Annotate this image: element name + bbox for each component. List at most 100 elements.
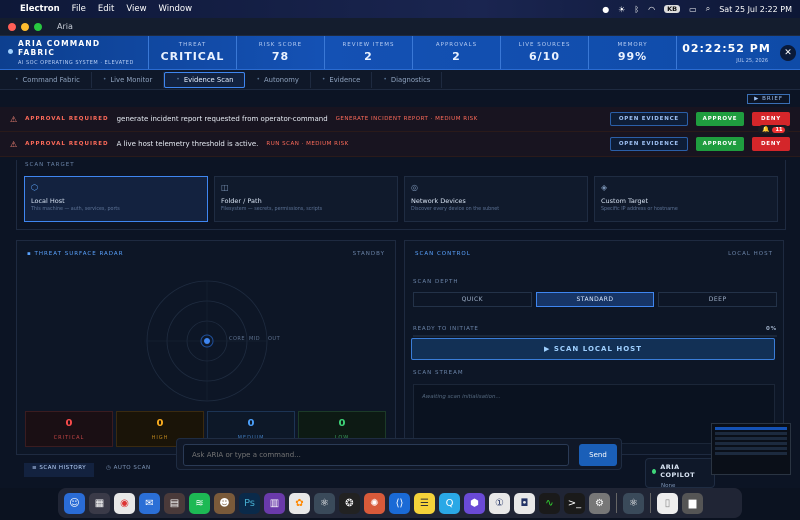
wifi-icon[interactable]: ◠ — [648, 5, 655, 14]
tab-label: Diagnostics — [390, 75, 431, 84]
header-close: ✕ — [776, 36, 800, 69]
app-icon[interactable]: ✺ — [364, 492, 385, 514]
tab-evidence-scan[interactable]: • Evidence Scan — [164, 71, 246, 88]
brand-block: ARIA COMMAND FABRIC AI SOC OPERATING SYS… — [0, 36, 148, 69]
open-evidence-button[interactable]: OPEN EVIDENCE — [609, 112, 688, 126]
app-icon[interactable]: ▥ — [264, 492, 285, 514]
screenshot-thumbnail[interactable] — [711, 423, 791, 475]
system-settings-icon[interactable]: ⚙ — [589, 492, 610, 514]
depth-standard[interactable]: STANDARD — [535, 292, 655, 307]
app-icon[interactable]: ◘ — [514, 492, 535, 514]
scan-local-host-button[interactable]: ▶ SCAN LOCAL HOST — [411, 338, 775, 360]
stat-label: MEMORY — [617, 42, 648, 48]
record-icon[interactable]: ● — [602, 5, 609, 14]
open-evidence-button[interactable]: OPEN EVIDENCE — [609, 137, 688, 151]
approval-banner: ⚠ APPROVAL REQUIRED generate incident re… — [0, 107, 800, 132]
battery-icon[interactable]: ▭ — [689, 5, 697, 14]
keyboard-badge[interactable]: KB — [664, 5, 681, 13]
close-icon[interactable]: ✕ — [780, 44, 796, 61]
terminal-icon[interactable]: >_ — [564, 492, 585, 514]
card-title: Folder / Path — [221, 197, 262, 205]
brief-button[interactable]: ▶ BRIEF — [747, 93, 790, 104]
menu-view[interactable]: View — [126, 4, 146, 14]
clock-date: JUL 25, 2026 — [736, 57, 768, 64]
ask-input[interactable] — [183, 444, 569, 466]
ask-bar: Send — [176, 438, 622, 470]
tab-scan-history[interactable]: ≡ SCAN HISTORY — [24, 463, 95, 477]
launchpad-icon[interactable]: ▦ — [89, 492, 110, 514]
datetime[interactable]: Sat 25 Jul 2:22 PM — [719, 5, 792, 14]
app-icon[interactable]: ⬢ — [464, 492, 485, 514]
1password-icon[interactable]: ① — [489, 492, 510, 514]
approval-tag: RUN SCAN · MEDIUM RISK — [266, 141, 349, 147]
tab-live-monitor[interactable]: • Live Monitor — [92, 71, 165, 88]
window-title: Aria — [57, 22, 73, 31]
app-icon[interactable]: ☻ — [214, 492, 235, 514]
bluetooth-icon[interactable]: ᛒ — [634, 5, 639, 14]
photos-icon[interactable]: ✿ — [289, 492, 310, 514]
stat-label: APPROVALS — [435, 42, 478, 48]
minimize-window-button[interactable] — [21, 22, 29, 31]
menu-file[interactable]: File — [72, 4, 86, 14]
target-card-local-host[interactable]: ⬡ Local Host This machine — auth, servic… — [24, 176, 208, 222]
photoshop-icon[interactable]: Ps — [239, 492, 260, 514]
tab-auto-scan[interactable]: ◷ AUTO SCAN — [98, 463, 159, 477]
card-desc: Specific IP address or hostname — [601, 207, 678, 212]
stat-label: THREAT — [178, 42, 207, 48]
spotify-icon[interactable]: ≋ — [189, 492, 210, 514]
network-icon: ◎ — [411, 183, 418, 192]
menubar-app-name[interactable]: Electron — [20, 4, 60, 14]
progress-bar — [413, 335, 777, 337]
panel-title: SCAN CONTROL — [415, 251, 471, 257]
mail-icon[interactable]: ✉ — [139, 492, 160, 514]
threat-radar-panel: ▪ THREAT SURFACE RADAR STANDBY CORE MID O… — [16, 240, 396, 455]
openai-icon[interactable]: ❂ — [339, 492, 360, 514]
deny-button[interactable]: DENY — [752, 137, 790, 151]
target-card-folder[interactable]: ◫ Folder / Path Filesystem — secrets, pe… — [214, 176, 398, 222]
app-icon[interactable]: ▤ — [164, 492, 185, 514]
tab-evidence[interactable]: • Evidence — [311, 71, 373, 88]
document-icon[interactable]: ▯ — [657, 492, 678, 514]
depth-quick[interactable]: QUICK — [413, 292, 532, 307]
brief-row: ▶ BRIEF — [0, 90, 800, 107]
stat-review-items: REVIEW ITEMS 2 — [324, 36, 412, 69]
stat-approvals: APPROVALS 2 — [412, 36, 500, 69]
chrome-icon[interactable]: ◉ — [114, 492, 135, 514]
depth-deep[interactable]: DEEP — [658, 292, 778, 307]
app-icon[interactable]: Q — [439, 492, 460, 514]
vscode-icon[interactable]: ⟨⟩ — [389, 492, 410, 514]
severity-critical: 0 CRITICAL — [25, 411, 113, 447]
electron-icon[interactable]: ⚛ — [314, 492, 335, 514]
electron-icon[interactable]: ⚛ — [623, 492, 644, 514]
activity-monitor-icon[interactable]: ∿ — [539, 492, 560, 514]
status-header: ARIA COMMAND FABRIC AI SOC OPERATING SYS… — [0, 36, 800, 70]
target-card-custom[interactable]: ◈ Custom Target Specific IP address or h… — [594, 176, 778, 222]
stat-value: CRITICAL — [160, 50, 225, 63]
tab-diagnostics[interactable]: • Diagnostics — [372, 71, 443, 88]
approve-button[interactable]: APPROVE — [696, 137, 744, 151]
severity-count: 0 — [247, 417, 255, 429]
menu-edit[interactable]: Edit — [98, 4, 114, 14]
copilot-widget[interactable]: ARIA COPILOT None — [645, 458, 715, 489]
stat-value: 2 — [364, 50, 373, 63]
stat-value: 2 — [452, 50, 461, 63]
close-window-button[interactable] — [8, 22, 16, 31]
tab-autonomy[interactable]: • Autonomy — [245, 71, 311, 88]
notification-badge[interactable]: 🔔 11 — [758, 125, 790, 134]
brightness-icon[interactable]: ☀ — [618, 5, 625, 14]
approve-button[interactable]: APPROVE — [696, 112, 744, 126]
tab-label: Live Monitor — [110, 75, 153, 84]
approval-required-label: APPROVAL REQUIRED — [25, 116, 109, 122]
tab-label: Evidence Scan — [183, 75, 234, 84]
finder-icon[interactable]: ☺ — [64, 492, 85, 514]
send-button[interactable]: Send — [579, 444, 617, 466]
tab-command-fabric[interactable]: • Command Fabric — [4, 71, 92, 88]
trash-icon[interactable]: ▆ — [682, 492, 703, 514]
notes-icon[interactable]: ☰ — [414, 492, 435, 514]
menu-window[interactable]: Window — [159, 4, 193, 14]
tab-label: Evidence — [329, 75, 361, 84]
deny-button[interactable]: DENY — [752, 112, 790, 126]
search-icon[interactable]: ⌕ — [706, 4, 710, 14]
target-card-network[interactable]: ◎ Network Devices Discover every device … — [404, 176, 588, 222]
zoom-window-button[interactable] — [34, 22, 42, 31]
